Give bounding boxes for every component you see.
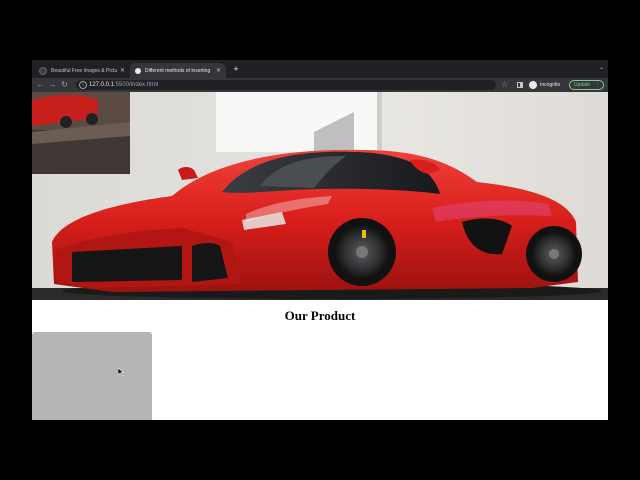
page-title: Our Product: [284, 308, 356, 323]
update-label: Update: [574, 82, 591, 88]
update-button[interactable]: Update ⋮: [569, 80, 604, 90]
close-tab-icon[interactable]: ✕: [120, 67, 125, 74]
more-menu-icon[interactable]: ⋮: [595, 81, 600, 89]
tab-title: Different methods of inserting: [145, 67, 211, 74]
page-content: Our Product: [32, 92, 608, 420]
address-bar[interactable]: i 127.0.0.1:5500/index.html: [76, 80, 496, 90]
site-favicon-icon: [39, 66, 47, 75]
tab-strip: Beautiful Free Images & Pictur ✕ Differe…: [32, 60, 608, 78]
reload-icon[interactable]: ↻: [59, 79, 70, 90]
incognito-icon: [529, 81, 537, 89]
incognito-label: Incognito: [540, 82, 561, 88]
forward-arrow-icon[interactable]: →: [47, 79, 58, 90]
tab-title: Beautiful Free Images & Pictur: [51, 67, 117, 74]
browser-window: Beautiful Free Images & Pictur ✕ Differe…: [32, 60, 608, 420]
site-favicon-icon: [135, 67, 141, 74]
mouse-cursor-icon: [118, 368, 124, 376]
close-tab-icon[interactable]: ✕: [216, 67, 221, 74]
chevron-down-icon[interactable]: ⌄: [599, 64, 604, 71]
product-card[interactable]: [32, 332, 152, 420]
tab-free-images[interactable]: Beautiful Free Images & Pictur ✕: [34, 63, 130, 78]
back-arrow-icon[interactable]: ←: [35, 79, 46, 90]
site-info-icon[interactable]: i: [79, 81, 87, 89]
url-path: :5500/index.html: [114, 82, 159, 88]
side-panel-icon[interactable]: [517, 82, 523, 88]
plus-icon[interactable]: +: [231, 63, 241, 75]
hero-car-image: [32, 92, 608, 300]
tab-different-methods[interactable]: Different methods of inserting ✕: [130, 63, 226, 78]
bookmark-star-icon[interactable]: ☆: [501, 79, 508, 90]
url-host: 127.0.0.1: [89, 82, 115, 88]
url-text: 127.0.0.1:5500/index.html: [89, 80, 158, 90]
toolbar: ← → ↻ i 127.0.0.1:5500/index.html ☆ Inco…: [32, 78, 608, 92]
